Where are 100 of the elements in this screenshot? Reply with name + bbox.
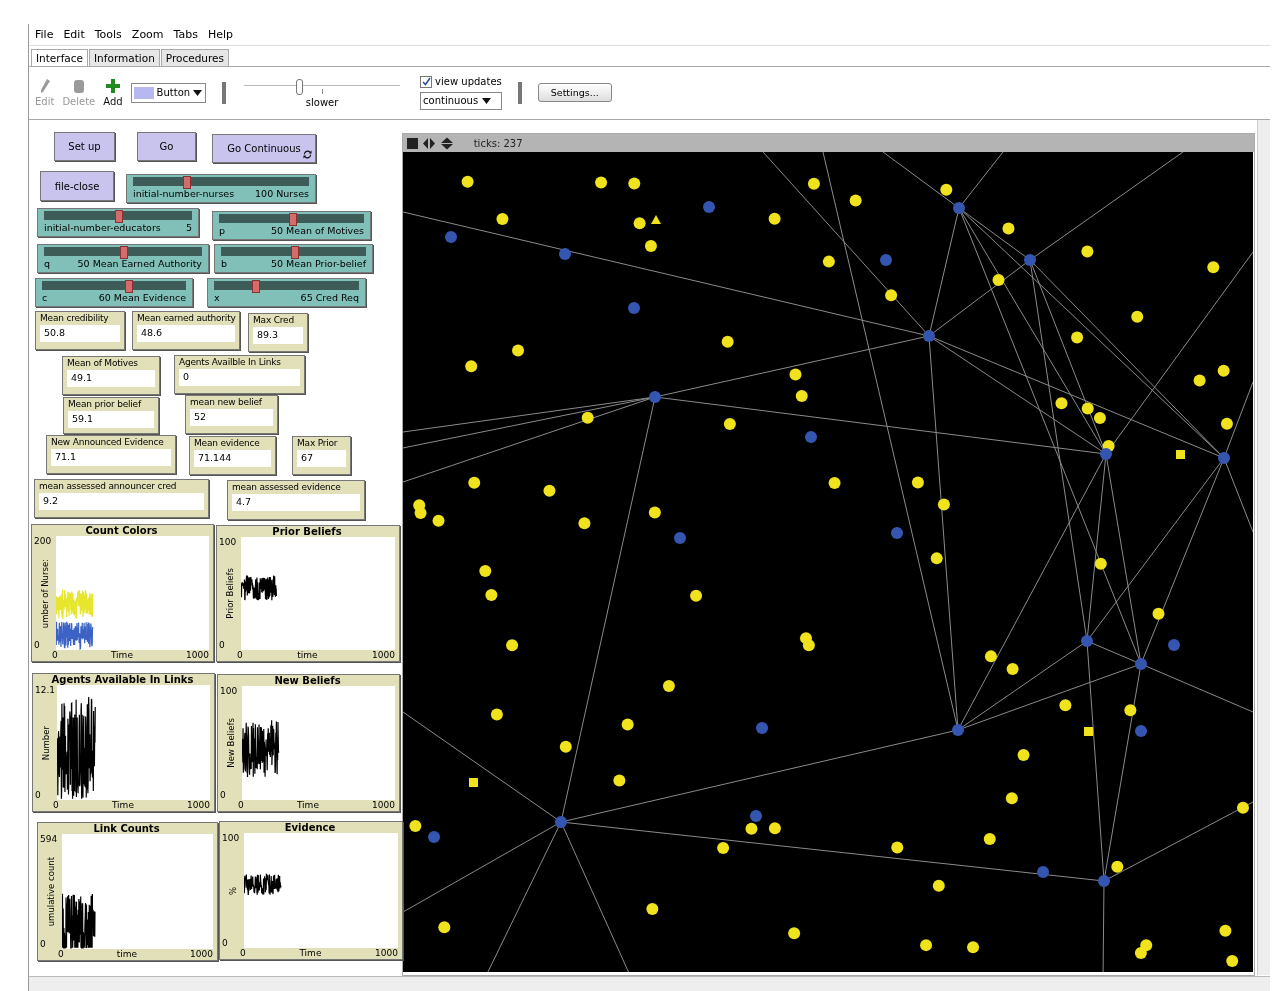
plus-icon [104, 78, 121, 95]
x-tick-label: 0 [237, 650, 243, 661]
slider-variable: q [44, 258, 51, 270]
x-axis-label: time [116, 949, 138, 960]
speed-label: slower [305, 97, 339, 109]
toolbar-tool-button[interactable]: Add [103, 78, 123, 108]
update-mode-dropdown[interactable]: continuous [420, 91, 502, 110]
horizontal-scrollbar[interactable] [29, 976, 1270, 991]
monitor-value: 4.7 [232, 494, 360, 512]
y-tick-label: 594 [40, 834, 58, 845]
x-tick-label: 1000 [372, 800, 395, 811]
monitor-value: 89.3 [253, 327, 303, 345]
y-tick-label: 0 [35, 790, 41, 801]
y-tick-label: 100 [220, 686, 238, 697]
slider-variable: initial-number-educators [44, 222, 161, 234]
monitor-value: 71.144 [194, 450, 271, 468]
tab[interactable]: Interface [31, 48, 88, 66]
y-axis-label: umber of Nurse: [39, 558, 51, 628]
slider-value: 65 Cred Req [300, 292, 359, 304]
slider-variable: b [221, 258, 228, 270]
monitor-label: Mean credibility [40, 313, 110, 324]
y-tick-label: 0 [220, 790, 226, 801]
slider-value: 60 Mean Evidence [98, 292, 186, 304]
widget-button[interactable]: file-close [40, 171, 114, 202]
menu-item[interactable]: Zoom [131, 27, 164, 41]
slider-value: 50 Mean of Motives [271, 225, 364, 237]
x-tick-label: 1000 [372, 650, 395, 661]
slider-widget[interactable]: p 50 Mean of Motives [212, 211, 371, 241]
y-axis-label: % [227, 886, 239, 895]
slider-widget[interactable]: initial-number-educators 5 [37, 208, 199, 238]
x-tick-label: 0 [53, 800, 59, 811]
slider-widget[interactable]: x 65 Cred Req [207, 278, 366, 308]
y-tick-label: 0 [40, 939, 46, 950]
x-axis-label: Time [299, 948, 322, 959]
vertical-scrollbar[interactable] [1257, 120, 1270, 976]
button-widget-icon [133, 86, 154, 99]
monitor-label: New Announced Evidence [51, 437, 165, 448]
monitor-label: Mean prior belief [68, 399, 143, 410]
slider-widget[interactable]: c 60 Mean Evidence [35, 278, 193, 308]
x-axis-label: Time [111, 800, 134, 811]
y-tick-label: 100 [222, 833, 240, 844]
y-axis-label: Number [40, 725, 52, 760]
menu-item[interactable]: File [35, 27, 54, 41]
monitor-value: 50.8 [40, 325, 120, 343]
y-axis-label: Prior Beliefs [224, 568, 236, 620]
monitor-value: 9.2 [39, 493, 204, 511]
widget-button[interactable]: Go [137, 132, 196, 162]
widget-type-dropdown[interactable]: Button [130, 82, 207, 103]
trash-icon [72, 78, 85, 95]
y-tick-label: 100 [219, 537, 237, 548]
forever-icon [303, 150, 312, 160]
slider-widget[interactable]: b 50 Mean Prior-belief [214, 244, 373, 274]
slider-variable: c [42, 292, 48, 304]
x-tick-label: 0 [238, 800, 244, 811]
menu-item[interactable]: Tabs [173, 27, 198, 41]
menu-item[interactable]: Help [207, 27, 233, 41]
menu-item[interactable]: Edit [63, 27, 85, 41]
y-tick-label: 0 [34, 640, 40, 651]
monitor-value: 49.1 [67, 370, 155, 388]
slider-widget[interactable]: q 50 Mean Earned Authority [37, 244, 209, 274]
slider-value: 100 Nurses [255, 188, 309, 200]
y-tick-label: 0 [222, 938, 228, 949]
x-axis-label: Time [110, 650, 133, 661]
plot-title: Evidence [283, 822, 337, 834]
monitor-value: 0 [179, 369, 300, 387]
slider-value: 50 Mean Earned Authority [77, 258, 202, 270]
monitor-value: 48.6 [137, 325, 235, 343]
y-tick-label: 0 [219, 640, 225, 651]
x-tick-label: 1000 [375, 948, 398, 959]
widget-button[interactable]: Set up [54, 132, 115, 162]
tab[interactable]: Information [89, 48, 160, 66]
monitor-label: mean new belief [190, 397, 263, 408]
monitor-label: mean assessed announcer cred [39, 481, 178, 492]
dropdown-arrow-icon [482, 97, 492, 104]
monitor-label: Mean of Motives [67, 358, 139, 369]
dropdown-arrow-icon [193, 89, 203, 96]
tab[interactable]: Procedures [160, 48, 230, 66]
y-axis-label: New Beliefs [225, 718, 237, 769]
slider-value: 50 Mean Prior-belief [271, 258, 366, 270]
monitor-label: Max Prior [297, 438, 339, 449]
slider-widget[interactable]: initial-number-nurses 100 Nurses [126, 174, 316, 204]
x-tick-label: 0 [58, 949, 64, 960]
view-controls-icon[interactable] [405, 136, 454, 150]
monitor-label: Mean earned authority [137, 313, 235, 324]
plot-title: Link Counts [92, 823, 161, 835]
menu-item[interactable]: Tools [94, 27, 122, 41]
x-tick-label: 0 [52, 650, 58, 661]
speed-slider[interactable] [244, 79, 401, 94]
settings-button[interactable]: Settings... [537, 83, 612, 103]
x-tick-label: 0 [240, 948, 246, 959]
plot-title: New Beliefs [273, 675, 342, 687]
view-updates-checkbox[interactable] [420, 75, 433, 88]
y-axis-label: umulative count [45, 857, 57, 927]
x-tick-label: 1000 [186, 650, 209, 661]
x-axis-label: Time [296, 800, 319, 811]
y-tick-label: 200 [34, 536, 52, 547]
ticks-counter: ticks: 237 [473, 137, 523, 149]
x-tick-label: 1000 [190, 949, 213, 960]
monitor-label: Mean evidence [194, 438, 261, 449]
widget-button[interactable]: Go Continuous [212, 134, 316, 164]
